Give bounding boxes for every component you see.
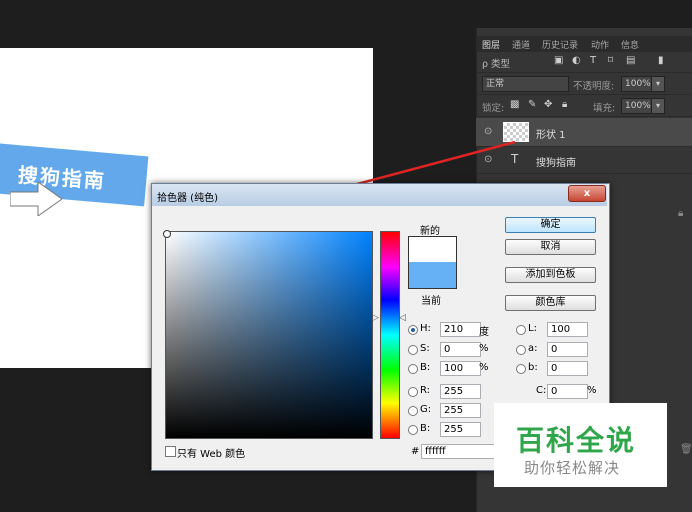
- brightness-unit: %: [479, 362, 489, 373]
- cyan-input[interactable]: 0: [547, 384, 588, 399]
- blue-label: B:: [420, 423, 431, 434]
- watermark-subtitle: 助你轻松解决: [524, 459, 621, 477]
- brightness-radio[interactable]: [408, 364, 418, 374]
- hue-radio[interactable]: [408, 325, 418, 335]
- web-only-checkbox[interactable]: [165, 446, 176, 457]
- saturation-brightness-field[interactable]: [165, 231, 373, 439]
- lab-b-input[interactable]: 0: [547, 361, 588, 376]
- lab-a-label: a:: [528, 343, 538, 354]
- current-color-label: 当前: [421, 296, 441, 307]
- lab-a-radio[interactable]: [516, 345, 526, 355]
- ok-button[interactable]: 确定: [505, 217, 596, 233]
- web-only-label: 只有 Web 颜色: [177, 449, 246, 460]
- hex-label: #: [411, 446, 420, 457]
- hue-slider-left-handle-icon[interactable]: ▷: [372, 313, 379, 323]
- blue-input[interactable]: 255: [440, 422, 481, 437]
- hue-unit: 度: [479, 327, 489, 338]
- red-input[interactable]: 255: [440, 384, 481, 399]
- cyan-label: C:: [536, 385, 547, 396]
- lab-l-label: L:: [528, 323, 537, 334]
- add-to-swatches-button[interactable]: 添加到色板: [505, 267, 596, 283]
- cancel-button[interactable]: 取消: [505, 239, 596, 255]
- lab-l-radio[interactable]: [516, 325, 526, 335]
- saturation-unit: %: [479, 343, 489, 354]
- brightness-input[interactable]: 100: [440, 361, 481, 376]
- dialog-title: 拾色器 (纯色): [157, 193, 218, 204]
- green-label: G:: [420, 404, 432, 415]
- saturation-input[interactable]: 0: [440, 342, 481, 357]
- hue-slider[interactable]: [380, 231, 400, 439]
- lab-b-label: b:: [528, 362, 538, 373]
- brightness-label: B:: [420, 362, 431, 373]
- saturation-radio[interactable]: [408, 345, 418, 355]
- color-cursor[interactable]: [163, 230, 171, 238]
- lab-b-radio[interactable]: [516, 364, 526, 374]
- color-libraries-button[interactable]: 颜色库: [505, 295, 596, 311]
- lab-l-input[interactable]: 100: [547, 322, 588, 337]
- watermark-title: 百科全说: [516, 424, 637, 457]
- hue-label: H:: [420, 323, 431, 334]
- dialog-titlebar[interactable]: [152, 184, 607, 206]
- new-color-label: 新的: [420, 226, 440, 237]
- lab-a-input[interactable]: 0: [547, 342, 588, 357]
- hue-slider-right-handle-icon[interactable]: ◁: [399, 313, 406, 323]
- hex-input[interactable]: ffffff: [421, 444, 496, 459]
- close-button[interactable]: x: [568, 185, 606, 202]
- hue-input[interactable]: 210: [440, 322, 481, 337]
- green-input[interactable]: 255: [440, 403, 481, 418]
- cyan-unit: %: [587, 385, 597, 396]
- blue-radio[interactable]: [408, 425, 418, 435]
- new-color-swatch: [408, 236, 457, 263]
- red-radio[interactable]: [408, 387, 418, 397]
- green-radio[interactable]: [408, 406, 418, 416]
- saturation-label: S:: [420, 343, 430, 354]
- red-label: R:: [420, 385, 431, 396]
- current-color-swatch[interactable]: [408, 262, 457, 289]
